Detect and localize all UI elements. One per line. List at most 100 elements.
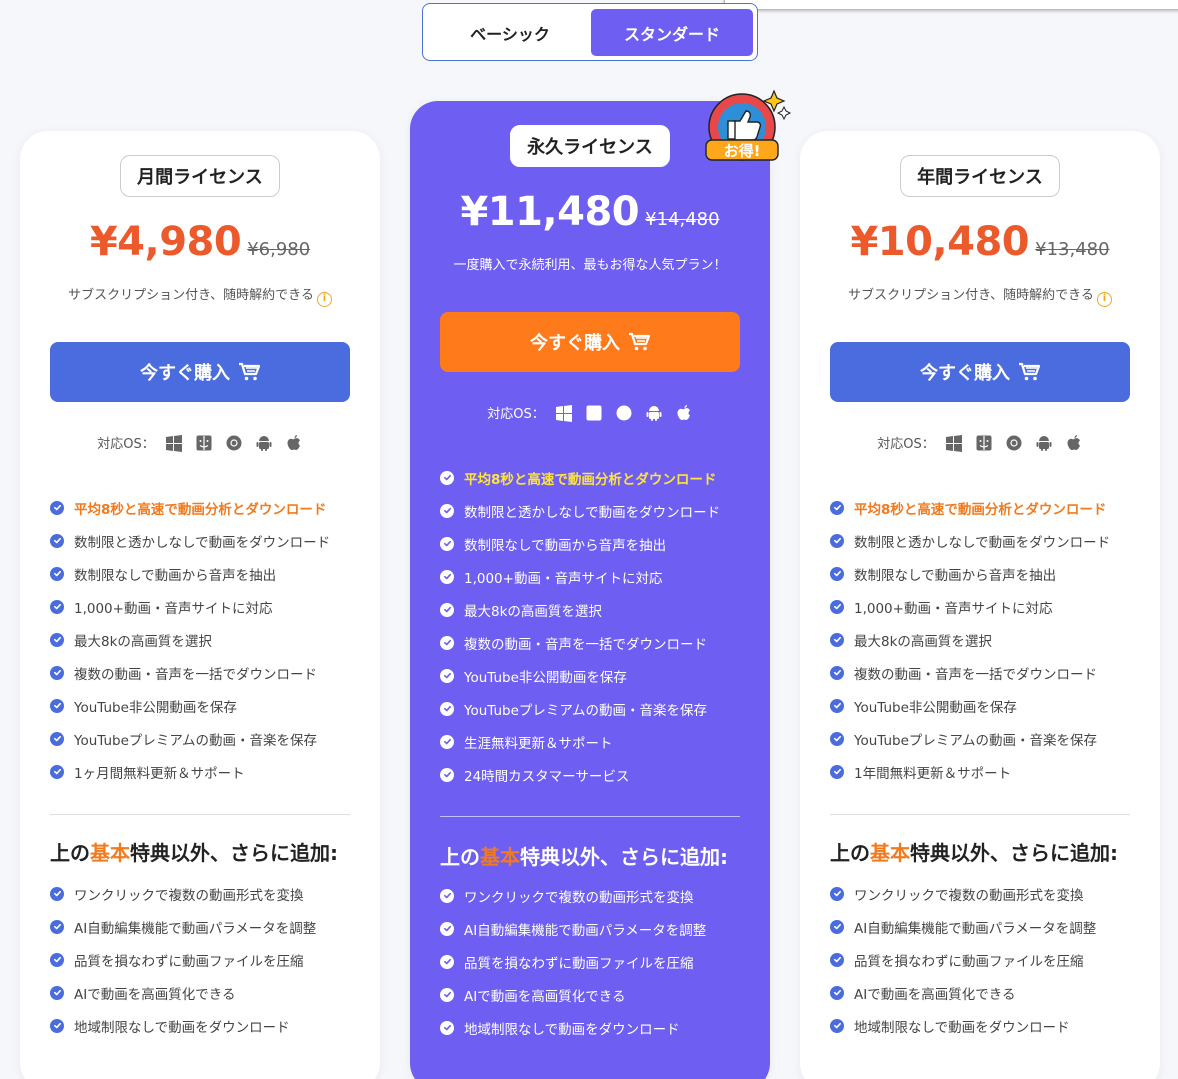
feature-text: YouTubeプレミアムの動画・音楽を保存	[464, 702, 707, 719]
feature-item: 地域制限なしで動画をダウンロード	[830, 1009, 1150, 1042]
check-icon	[50, 952, 64, 967]
feature-text: 平均8秒と高速で動画分析とダウンロード	[74, 501, 327, 518]
check-icon	[830, 952, 844, 967]
buy-label: 今すぐ購入	[530, 333, 620, 354]
plan-card-permanent: 永久ライセンス ¥11,480 ¥14,480 一度購入で永続利用、最もお得な人…	[410, 101, 770, 1079]
feature-item: 24時間カスタマーサービス	[440, 758, 760, 791]
check-icon	[50, 764, 64, 779]
tab-standard[interactable]: スタンダード	[591, 9, 753, 56]
feature-text: 平均8秒と高速で動画分析とダウンロード	[854, 501, 1107, 518]
feature-text: AI自動編集機能で動画パラメータを調整	[854, 920, 1097, 937]
windows-icon	[165, 434, 183, 452]
buy-now-button[interactable]: 今すぐ購入	[440, 312, 740, 372]
check-icon	[440, 888, 454, 903]
feature-text: 平均8秒と高速で動画分析とダウンロード	[464, 471, 717, 488]
feature-text: 1,000+動画・音声サイトに対応	[464, 570, 663, 587]
check-icon	[830, 566, 844, 581]
feature-item: 数制限なしで動画から音声を抽出	[50, 557, 370, 590]
windows-icon	[555, 404, 573, 422]
buy-label: 今すぐ購入	[140, 363, 230, 384]
price-row: ¥10,480 ¥13,480	[800, 219, 1160, 265]
buy-now-button[interactable]: 今すぐ購入	[830, 342, 1130, 402]
feature-item: AI自動編集機能で動画パラメータを調整	[50, 910, 370, 943]
tab-basic[interactable]: ベーシック	[429, 9, 591, 56]
check-icon	[440, 635, 454, 650]
feature-item: ワンクリックで複数の動画形式を変換	[440, 879, 760, 912]
feature-text: 1,000+動画・音声サイトに対応	[854, 600, 1053, 617]
feature-item: ワンクリックで複数の動画形式を変換	[50, 877, 370, 910]
feature-text: AI自動編集機能で動画パラメータを調整	[74, 920, 317, 937]
feature-item: 最大8kの高画質を選択	[830, 623, 1150, 656]
feature-text: 最大8kの高画質を選択	[464, 603, 602, 620]
feature-item: 品質を損なわずに動画ファイルを圧縮	[830, 943, 1150, 976]
extras-title: 上の基本特典以外、さらに追加:	[440, 845, 728, 869]
check-icon	[830, 886, 844, 901]
feature-item: YouTube非公開動画を保存	[440, 659, 760, 692]
check-icon	[440, 536, 454, 551]
check-icon	[50, 985, 64, 1000]
feature-item: 最大8kの高画質を選択	[440, 593, 760, 626]
feature-text: 数制限なしで動画から音声を抽出	[464, 537, 667, 554]
feature-item: YouTubeプレミアムの動画・音楽を保存	[830, 722, 1150, 755]
feature-text: 数制限と透かしなしで動画をダウンロード	[464, 504, 721, 521]
mac-finder-icon	[585, 404, 603, 422]
chrome-icon	[225, 434, 243, 452]
price-row: ¥4,980 ¥6,980	[20, 219, 380, 265]
feature-item: 品質を損なわずに動画ファイルを圧縮	[50, 943, 370, 976]
check-icon	[50, 665, 64, 680]
check-icon	[830, 533, 844, 548]
check-icon	[830, 764, 844, 779]
old-price: ¥13,480	[1035, 239, 1110, 260]
feature-text: 品質を損なわずに動画ファイルを圧縮	[74, 953, 304, 970]
os-label: 対応OS：	[97, 437, 155, 452]
apple-icon	[675, 404, 693, 422]
feature-text: 24時間カスタマーサービス	[464, 768, 630, 785]
feature-item: 数制限と透かしなしで動画をダウンロード	[830, 524, 1150, 557]
feature-text: ワンクリックで複数の動画形式を変換	[854, 887, 1084, 904]
feature-item: 1,000+動画・音声サイトに対応	[830, 590, 1150, 623]
extras-title: 上の基本特典以外、さらに追加:	[50, 841, 338, 865]
apple-icon	[285, 434, 303, 452]
check-icon	[440, 1020, 454, 1035]
feature-item: 平均8秒と高速で動画分析とダウンロード	[440, 461, 760, 494]
info-icon[interactable]: i	[1096, 292, 1112, 307]
feature-text: YouTubeプレミアムの動画・音楽を保存	[74, 732, 317, 749]
buy-label: 今すぐ購入	[920, 363, 1010, 384]
feature-text: 複数の動画・音声を一括でダウンロード	[464, 636, 707, 653]
extras-title: 上の基本特典以外、さらに追加:	[830, 841, 1118, 865]
plan-note-text: サブスクリプション付き、随時解約できる	[848, 288, 1094, 303]
old-price: ¥6,980	[247, 239, 311, 260]
feature-text: 生涯無料更新＆サポート	[464, 735, 613, 752]
check-icon	[830, 599, 844, 614]
chrome-icon	[1005, 434, 1023, 452]
check-icon	[440, 470, 454, 485]
feature-text: 品質を損なわずに動画ファイルを圧縮	[464, 955, 694, 972]
feature-text: 数制限なしで動画から音声を抽出	[74, 567, 277, 584]
check-icon	[830, 632, 844, 647]
cart-icon	[1019, 362, 1040, 381]
info-icon[interactable]: i	[316, 292, 332, 307]
feature-text: 1年間無料更新＆サポート	[854, 765, 1012, 782]
android-icon	[645, 404, 663, 422]
plan-card-yearly: 年間ライセンス ¥10,480 ¥13,480 サブスクリプション付き、随時解約…	[800, 131, 1160, 1079]
feature-text: 地域制限なしで動画をダウンロード	[464, 1021, 680, 1038]
feature-item: YouTubeプレミアムの動画・音楽を保存	[440, 692, 760, 725]
feature-item: AIで動画を高画質化できる	[830, 976, 1150, 1009]
plan-note-text: 一度購入で永続利用、最もお得な人気プラン！	[453, 258, 727, 273]
check-icon	[50, 731, 64, 746]
extras-list: ワンクリックで複数の動画形式を変換 AI自動編集機能で動画パラメータを調整 品質を損…	[50, 877, 370, 1042]
feature-text: 1,000+動画・音声サイトに対応	[74, 600, 273, 617]
buy-now-button[interactable]: 今すぐ購入	[50, 342, 350, 402]
mac-finder-icon	[195, 434, 213, 452]
extras-list: ワンクリックで複数の動画形式を変換 AI自動編集機能で動画パラメータを調整 品質を損…	[440, 879, 760, 1044]
feature-text: 最大8kの高画質を選択	[74, 633, 212, 650]
android-icon	[255, 434, 273, 452]
feature-item: 1ヶ月間無料更新＆サポート	[50, 755, 370, 788]
feature-item: 平均8秒と高速で動画分析とダウンロード	[50, 491, 370, 524]
divider	[830, 814, 1130, 815]
feature-text: YouTube非公開動画を保存	[854, 699, 1017, 716]
check-icon	[440, 602, 454, 617]
apple-icon	[1065, 434, 1083, 452]
plan-name: 永久ライセンス	[510, 125, 670, 167]
feature-text: 1ヶ月間無料更新＆サポート	[74, 765, 245, 782]
